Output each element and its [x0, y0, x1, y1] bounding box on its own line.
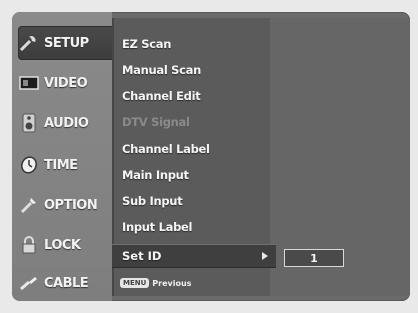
set-id-value-field[interactable]: 1 — [284, 249, 344, 267]
video-screen-icon — [18, 73, 40, 93]
menu-item-sub-input[interactable]: Sub Input — [122, 191, 183, 211]
tab-lock[interactable]: LOCK — [18, 228, 110, 262]
menu-item-ez-scan[interactable]: EZ Scan — [122, 34, 171, 54]
tab-audio[interactable]: AUDIO — [18, 106, 110, 140]
option-icon — [18, 195, 40, 215]
menu-item-channel-edit[interactable]: Channel Edit — [122, 86, 201, 106]
menu-item-main-input[interactable]: Main Input — [122, 165, 189, 185]
setup-menu-panel: SETUP VIDEO AUDIO TIME OPTION LOCK CABLE… — [12, 12, 410, 301]
menu-item-manual-scan[interactable]: Manual Scan — [122, 60, 201, 80]
set-id-label: Set ID — [122, 249, 162, 263]
lock-icon — [18, 235, 40, 255]
menu-item-channel-label[interactable]: Channel Label — [122, 139, 210, 159]
previous-label: Previous — [152, 278, 192, 288]
clock-icon — [18, 155, 40, 175]
tab-option[interactable]: OPTION — [18, 188, 110, 222]
right-arrow-icon — [262, 252, 268, 260]
tab-label: LOCK — [44, 237, 81, 253]
tab-label: SETUP — [44, 35, 89, 51]
menu-key-icon: MENU — [120, 278, 150, 288]
speaker-icon — [18, 113, 40, 133]
tab-label: AUDIO — [44, 115, 89, 131]
tab-label: TIME — [44, 157, 78, 173]
menu-item-dtv-signal: DTV Signal — [122, 115, 190, 129]
cable-icon — [18, 273, 40, 293]
tab-video[interactable]: VIDEO — [18, 66, 110, 100]
sidebar: SETUP VIDEO AUDIO TIME OPTION LOCK CABLE — [12, 12, 118, 301]
menu-item-input-label[interactable]: Input Label — [122, 217, 192, 237]
tab-label: VIDEO — [44, 75, 88, 91]
tab-cable[interactable]: CABLE — [18, 266, 110, 300]
menu-item-set-id[interactable]: Set ID — [112, 244, 276, 268]
tab-label: OPTION — [44, 197, 98, 213]
previous-hint: MENU Previous — [120, 278, 191, 288]
tab-setup[interactable]: SETUP — [18, 26, 118, 60]
wrench-icon — [18, 33, 40, 53]
tab-time[interactable]: TIME — [18, 148, 110, 182]
tab-label: CABLE — [44, 275, 89, 291]
